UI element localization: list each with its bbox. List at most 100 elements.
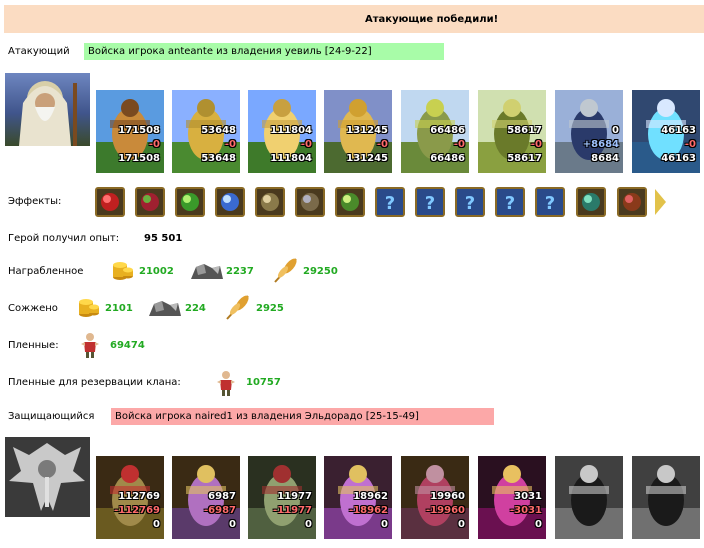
grain-icon xyxy=(226,295,249,320)
unit-count: 131245 xyxy=(346,125,388,136)
experience-value: 95 501 xyxy=(144,233,183,244)
heart-icon[interactable] xyxy=(95,187,125,217)
gold-coins-icon xyxy=(113,262,133,280)
unit-count: 171508 xyxy=(118,125,160,136)
defender-hero-portrait[interactable] xyxy=(5,437,90,517)
unit-change: -0 xyxy=(684,139,696,150)
unit-remaining: 0 xyxy=(305,519,312,530)
unit-remaining: 66486 xyxy=(430,153,465,164)
defender-unit-card-7[interactable] xyxy=(555,456,623,539)
ore-icon xyxy=(191,264,223,279)
unit-remaining: 53648 xyxy=(201,153,236,164)
clan-prisoners-value: 10757 xyxy=(246,377,281,388)
burned-ore-value: 224 xyxy=(185,303,206,314)
unit-change: -0 xyxy=(148,139,160,150)
unit-remaining: 0 xyxy=(458,519,465,530)
defender-unit-card-8[interactable] xyxy=(632,456,700,539)
defender-unit-card-2[interactable]: 6987 -6987 0 xyxy=(172,456,240,539)
unit-remaining: 131245 xyxy=(346,153,388,164)
question-icon[interactable]: ? xyxy=(455,187,485,217)
unit-remaining: 8684 xyxy=(591,153,619,164)
svg-text:?: ? xyxy=(505,193,515,214)
attacker-unit-card-3[interactable]: 111804 -0 111804 xyxy=(248,90,316,173)
unit-change: +8684 xyxy=(582,139,619,150)
burned-label: Сожжено xyxy=(8,303,58,314)
gold-coins-icon xyxy=(79,299,99,317)
attacker-army-bar[interactable]: Войска игрока anteante из владения уевил… xyxy=(84,43,444,60)
unit-change: -0 xyxy=(224,139,236,150)
attacker-unit-card-4[interactable]: 131245 -0 131245 xyxy=(324,90,392,173)
unit-remaining: 171508 xyxy=(118,153,160,164)
unit-remaining: 46163 xyxy=(661,153,696,164)
burned-gold-value: 2101 xyxy=(105,303,133,314)
burned-grain-value: 2925 xyxy=(256,303,284,314)
defender-army-bar[interactable]: Войска игрока naired1 из владения Эльдор… xyxy=(111,408,494,425)
unit-change: -19960 xyxy=(426,505,465,516)
unit-count: 3031 xyxy=(514,491,542,502)
unit-remaining: 0 xyxy=(381,519,388,530)
unit-change: -11977 xyxy=(273,505,312,516)
unit-count: 11977 xyxy=(277,491,312,502)
unit-count: 6987 xyxy=(208,491,236,502)
effects-scroll-arrow[interactable] xyxy=(655,189,666,215)
unit-change: -3031 xyxy=(510,505,542,516)
skull-icon[interactable] xyxy=(255,187,285,217)
green-flask-icon[interactable] xyxy=(175,187,205,217)
unit-remaining: 0 xyxy=(535,519,542,530)
loot-gold-value: 21002 xyxy=(139,266,174,277)
heart-potion-icon[interactable] xyxy=(135,187,165,217)
unit-remaining: 111804 xyxy=(270,153,312,164)
unit-remaining: 0 xyxy=(153,519,160,530)
attacker-unit-card-5[interactable]: 66486 -0 66486 xyxy=(401,90,469,173)
frost-star-icon[interactable] xyxy=(215,187,245,217)
svg-text:?: ? xyxy=(465,193,475,214)
svg-text:?: ? xyxy=(385,193,395,214)
attacker-unit-card-7[interactable]: 0 +8684 8684 xyxy=(555,90,623,173)
question-icon[interactable]: ? xyxy=(535,187,565,217)
unit-change: -0 xyxy=(453,139,465,150)
unit-count: 112769 xyxy=(118,491,160,502)
defender-unit-card-5[interactable]: 19960 -19960 0 xyxy=(401,456,469,539)
experience-label: Герой получил опыт: xyxy=(8,233,120,244)
unit-count: 58617 xyxy=(507,125,542,136)
defender-unit-card-3[interactable]: 11977 -11977 0 xyxy=(248,456,316,539)
question-icon[interactable]: ? xyxy=(415,187,445,217)
unit-change: -6987 xyxy=(204,505,236,516)
unit-count: 18962 xyxy=(353,491,388,502)
grain-icon xyxy=(274,258,297,283)
question-icon[interactable]: ? xyxy=(495,187,525,217)
attacker-unit-card-6[interactable]: 58617 -0 58617 xyxy=(478,90,546,173)
prisoner-icon xyxy=(81,333,99,358)
effects-label: Эффекты: xyxy=(8,196,62,207)
green-sword-icon[interactable] xyxy=(335,187,365,217)
attacker-unit-card-1[interactable]: 171508 -0 171508 xyxy=(96,90,164,173)
result-title: Атакующие победили! xyxy=(365,14,499,25)
attacker-hero-portrait[interactable] xyxy=(5,73,90,146)
unit-count: 46163 xyxy=(661,125,696,136)
result-banner: Атакующие победили! xyxy=(4,5,704,33)
defender-unit-card-1[interactable]: 112769 -112769 0 xyxy=(96,456,164,539)
attacker-unit-card-2[interactable]: 53648 -0 53648 xyxy=(172,90,240,173)
defender-unit-card-6[interactable]: 3031 -3031 0 xyxy=(478,456,546,539)
unit-change: -112769 xyxy=(114,505,160,516)
shield-orb-icon[interactable] xyxy=(576,187,606,217)
prisoners-label: Пленные: xyxy=(8,340,59,351)
loot-grain-value: 29250 xyxy=(303,266,338,277)
prisoner-icon xyxy=(217,371,235,396)
unit-count: 111804 xyxy=(270,125,312,136)
loot-ore-value: 2237 xyxy=(226,266,254,277)
unit-count: 0 xyxy=(612,125,619,136)
question-icon[interactable]: ? xyxy=(375,187,405,217)
chest-heart-icon[interactable] xyxy=(617,187,647,217)
clan-prisoners-label: Пленные для резервации клана: xyxy=(8,377,181,388)
prisoners-value: 69474 xyxy=(110,340,145,351)
unit-count: 53648 xyxy=(201,125,236,136)
unit-count: 66486 xyxy=(430,125,465,136)
attacker-unit-card-8[interactable]: 46163 -0 46163 xyxy=(632,90,700,173)
defender-label: Защищающийся xyxy=(8,411,95,422)
svg-text:?: ? xyxy=(545,193,555,214)
unit-change: -0 xyxy=(376,139,388,150)
svg-text:?: ? xyxy=(425,193,435,214)
gray-rune-icon[interactable] xyxy=(295,187,325,217)
defender-unit-card-4[interactable]: 18962 -18962 0 xyxy=(324,456,392,539)
